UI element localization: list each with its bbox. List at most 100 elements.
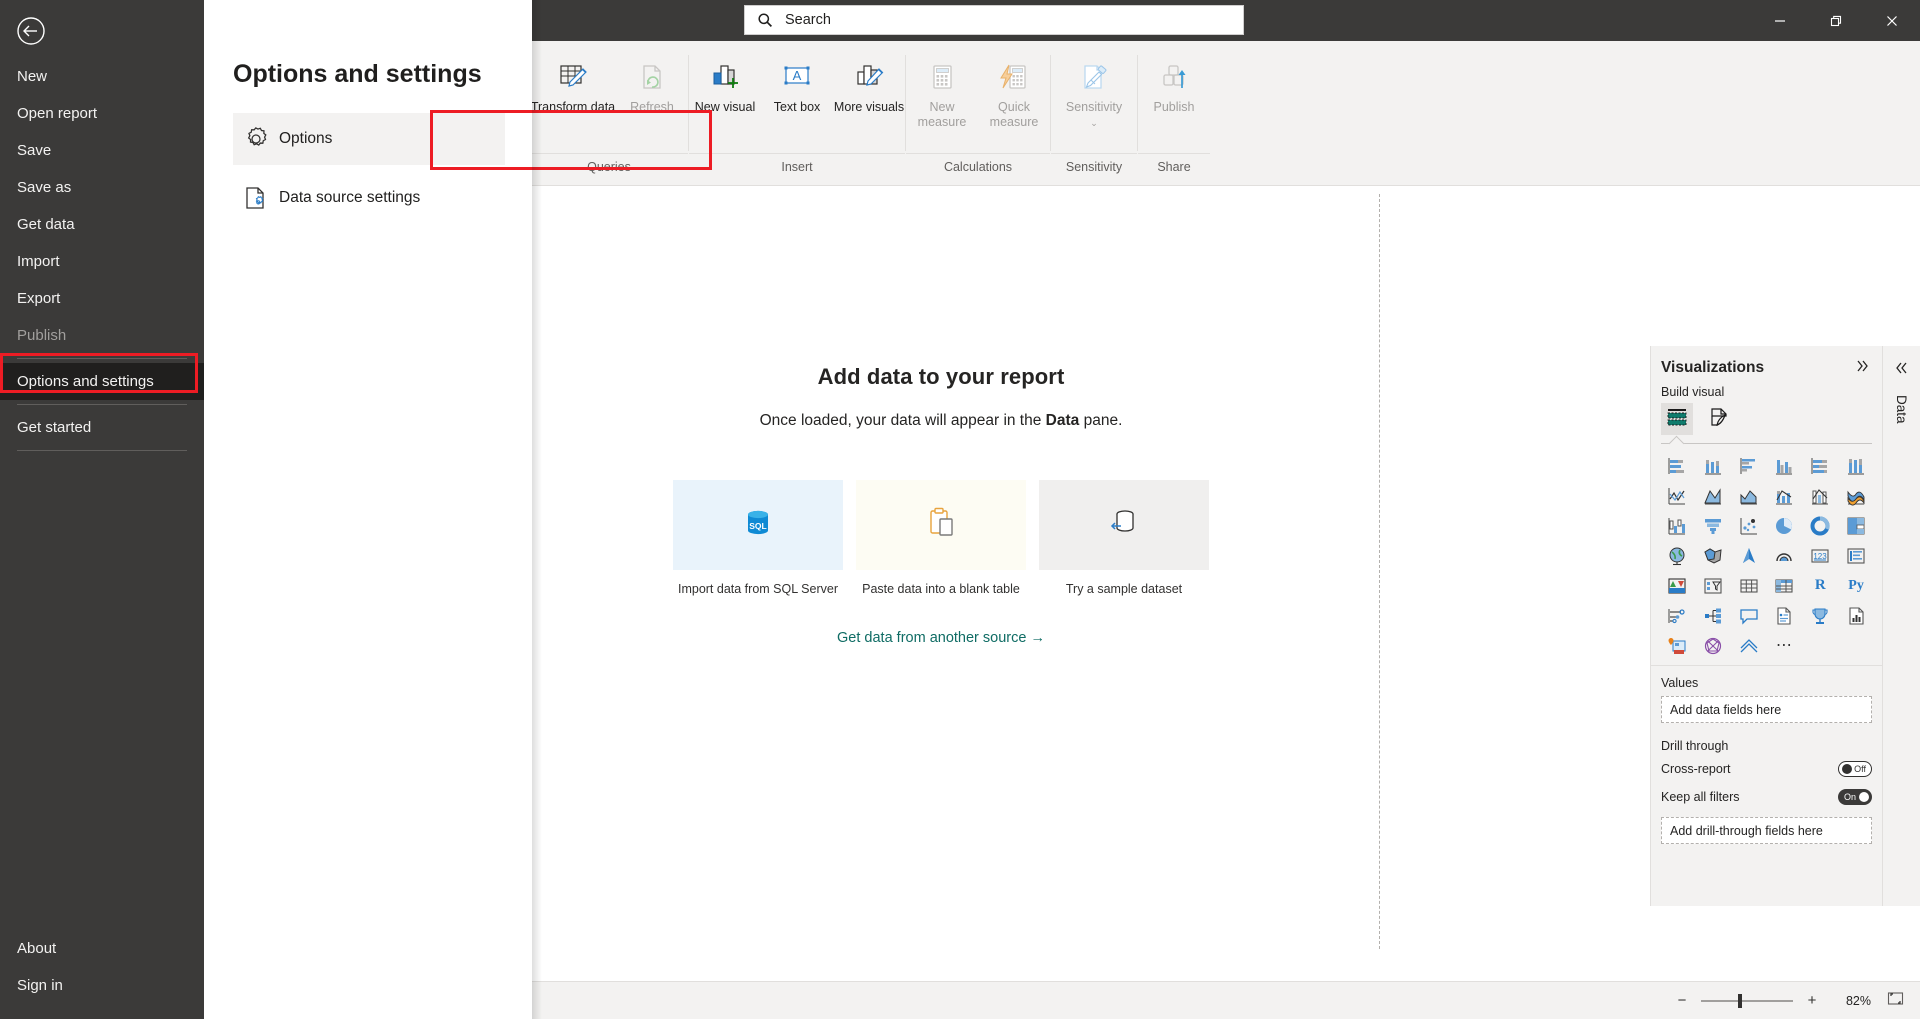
kpi-icon[interactable] [1659, 572, 1695, 599]
backstage-item-save-as[interactable]: Save as [0, 169, 204, 206]
key-influencers-icon[interactable] [1659, 602, 1695, 629]
ribbon-group-label: Sensitivity [1051, 153, 1137, 179]
smart-narrative-icon[interactable] [1766, 602, 1802, 629]
transform-data-button[interactable]: Transform data [530, 51, 616, 115]
cross-report-state: Off [1854, 764, 1866, 774]
multi-row-card-icon[interactable] [1838, 542, 1874, 569]
fit-to-page-icon[interactable] [1887, 990, 1904, 1012]
backstage-item-get-data[interactable]: Get data [0, 206, 204, 243]
backstage-item-save[interactable]: Save [0, 132, 204, 169]
waterfall-chart-icon[interactable] [1659, 512, 1695, 539]
line-and-stacked-column-chart-icon[interactable] [1766, 482, 1802, 509]
data-pane-label[interactable]: Data [1894, 395, 1909, 424]
quick-measure-button[interactable]: Quick measure [978, 51, 1050, 130]
ribbon-group-label: Calculations [906, 153, 1050, 179]
fields-icon [1666, 406, 1688, 433]
new-visual-button[interactable]: New visual [689, 51, 761, 115]
backstage-item-new[interactable]: New [0, 58, 204, 95]
report-page[interactable]: Add data to your report Once loaded, you… [500, 194, 1380, 949]
build-visual-tab[interactable] [1661, 403, 1693, 435]
clustered-column-chart-icon[interactable] [1766, 452, 1802, 479]
funnel-chart-icon[interactable] [1695, 512, 1731, 539]
gear-icon [233, 124, 279, 154]
values-drop-zone[interactable]: Add data fields here [1661, 696, 1872, 723]
new-measure-button[interactable]: New measure [906, 51, 978, 130]
sensitivity-button[interactable]: Sensitivity ⌄ [1051, 51, 1137, 128]
ribbon-button-label: Sensitivity [1065, 100, 1123, 114]
import-sql-card[interactable]: SQL Import data from SQL Server [673, 480, 843, 596]
get-data-another-source-link[interactable]: Get data from another source → [501, 630, 1381, 646]
search-input[interactable]: Search [744, 5, 1244, 35]
q-and-a-icon[interactable] [1731, 602, 1767, 629]
stacked-area-chart-icon[interactable] [1731, 482, 1767, 509]
minimize-button[interactable] [1752, 0, 1808, 41]
chevron-double-right-icon[interactable] [1854, 358, 1870, 377]
treemap-icon[interactable] [1838, 512, 1874, 539]
azure-map-icon[interactable] [1731, 542, 1767, 569]
table-icon[interactable] [1731, 572, 1767, 599]
more-options-ellipsis-icon[interactable]: ⋯ [1766, 632, 1802, 659]
options-row[interactable]: Options [233, 113, 505, 165]
metrics-icon[interactable] [1802, 602, 1838, 629]
paste-data-card[interactable]: Paste data into a blank table [856, 480, 1026, 596]
line-and-clustered-column-chart-icon[interactable] [1802, 482, 1838, 509]
text-box-button[interactable]: A Text box [761, 51, 833, 115]
backstage-item-import[interactable]: Import [0, 243, 204, 280]
drill-through-drop-zone[interactable]: Add drill-through fields here [1661, 817, 1872, 844]
100-percent-stacked-bar-chart-icon[interactable] [1802, 452, 1838, 479]
back-button[interactable] [16, 16, 46, 46]
ribbon-button-label: Publish [1153, 100, 1195, 114]
more-visuals-button[interactable]: More visuals [833, 51, 905, 115]
donut-chart-icon[interactable] [1802, 512, 1838, 539]
line-chart-icon[interactable] [1659, 482, 1695, 509]
r-script-visual-icon[interactable]: R [1802, 572, 1838, 599]
paginated-report-icon[interactable] [1838, 602, 1874, 629]
anomaly-visual-icon[interactable] [1695, 632, 1731, 659]
card-label: Try a sample dataset [1065, 582, 1183, 596]
paintbrush-icon [1708, 406, 1730, 433]
more-options-arrow-icon[interactable] [1731, 632, 1767, 659]
arcgis-map-icon[interactable] [1766, 542, 1802, 569]
ribbon-chart-icon[interactable] [1838, 482, 1874, 509]
publish-button[interactable]: Publish [1138, 51, 1210, 115]
data-collapse-icon[interactable] [1894, 360, 1910, 381]
zoom-slider[interactable] [1701, 993, 1793, 1008]
backstage-item-options-and-settings[interactable]: Options and settings [0, 363, 204, 400]
field-wells: Values Add data fields here Drill throug… [1651, 665, 1882, 844]
card-icon[interactable]: 123 [1802, 542, 1838, 569]
drill-through-label: Drill through [1661, 739, 1729, 753]
map-icon[interactable] [1659, 542, 1695, 569]
zoom-out-button[interactable]: − [1673, 992, 1691, 1009]
filled-map-icon[interactable] [1695, 542, 1731, 569]
stacked-bar-chart-icon[interactable] [1659, 452, 1695, 479]
sample-dataset-card[interactable]: Try a sample dataset [1039, 480, 1209, 596]
zoom-slider-thumb[interactable] [1737, 993, 1742, 1008]
python-visual-icon[interactable]: Py [1838, 572, 1874, 599]
toggle-knob [1859, 792, 1869, 802]
refresh-button[interactable]: Refresh [616, 51, 688, 115]
close-button[interactable] [1864, 0, 1920, 41]
keep-all-filters-toggle[interactable]: On [1838, 789, 1872, 805]
backstage-item-open-report[interactable]: Open report [0, 95, 204, 132]
menu-item-label: Export [17, 290, 61, 307]
matrix-icon[interactable] [1766, 572, 1802, 599]
decomposition-tree-icon[interactable] [1695, 602, 1731, 629]
pie-chart-icon[interactable] [1766, 512, 1802, 539]
scatter-chart-icon[interactable] [1731, 512, 1767, 539]
backstage-item-get-started[interactable]: Get started [0, 409, 204, 446]
backstage-item-about[interactable]: About [0, 930, 204, 967]
slicer-icon[interactable] [1695, 572, 1731, 599]
sensitivity-dropdown-chevron[interactable]: ⌄ [1051, 118, 1137, 128]
zoom-in-button[interactable]: + [1803, 992, 1821, 1009]
data-source-settings-row[interactable]: Data source settings [233, 172, 505, 224]
cross-report-toggle[interactable]: Off [1838, 761, 1872, 777]
100-percent-stacked-column-chart-icon[interactable] [1838, 452, 1874, 479]
format-visual-tab[interactable] [1703, 403, 1735, 435]
restore-button[interactable] [1808, 0, 1864, 41]
clustered-bar-chart-icon[interactable] [1731, 452, 1767, 479]
backstage-item-sign-in[interactable]: Sign in [0, 967, 204, 1004]
backstage-item-export[interactable]: Export [0, 280, 204, 317]
power-apps-icon[interactable] [1659, 632, 1695, 659]
stacked-column-chart-icon[interactable] [1695, 452, 1731, 479]
area-chart-icon[interactable] [1695, 482, 1731, 509]
